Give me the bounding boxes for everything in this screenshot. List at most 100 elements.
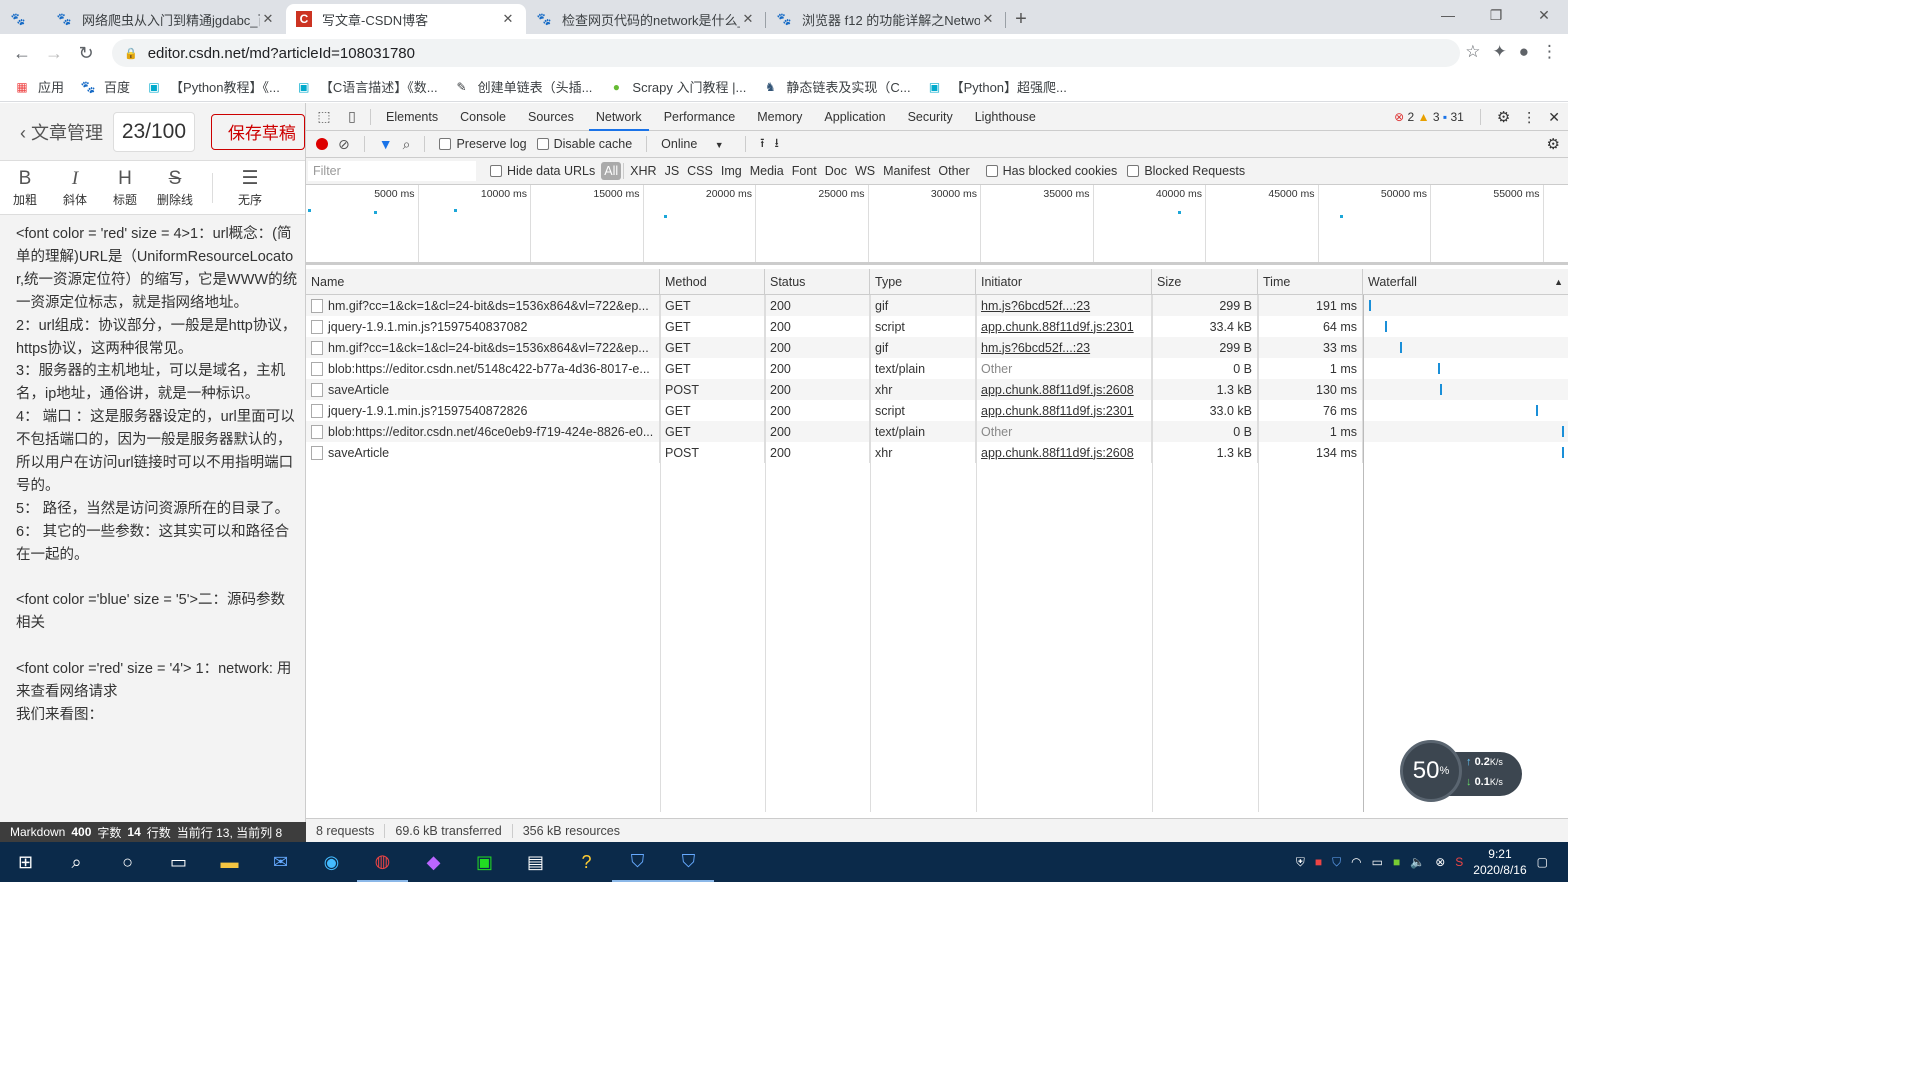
filter-type-font[interactable]: Font: [788, 164, 821, 178]
close-circle-icon[interactable]: ⊗: [1435, 855, 1445, 869]
request-initiator[interactable]: hm.js?6bcd52f...:23: [981, 341, 1090, 355]
request-name[interactable]: saveArticle: [328, 446, 389, 460]
export-har-icon[interactable]: ⭳: [775, 134, 779, 155]
settings-gear-icon[interactable]: ⚙: [1497, 108, 1510, 126]
input-method-icon[interactable]: S: [1455, 855, 1463, 869]
import-har-icon[interactable]: ⭱: [760, 134, 764, 155]
search-icon[interactable]: ⌕: [403, 136, 411, 153]
col-name[interactable]: Name: [306, 269, 660, 294]
tab-lighthouse[interactable]: Lighthouse: [964, 103, 1047, 131]
clear-icon[interactable]: ⊘: [338, 136, 350, 153]
disable-cache-checkbox[interactable]: Disable cache: [536, 137, 632, 151]
bookmark-item[interactable]: ♞ 静态链表及实现（C...: [762, 77, 911, 96]
pinned-tab[interactable]: 🐾: [0, 4, 46, 34]
notifications-icon[interactable]: ▢: [1537, 855, 1548, 869]
nvidia-icon[interactable]: ■: [1393, 855, 1400, 869]
tab-network[interactable]: Network: [585, 103, 653, 131]
bookmark-item[interactable]: 🐾 百度: [80, 77, 131, 96]
request-initiator[interactable]: app.chunk.88f11d9f.js:2608: [981, 383, 1134, 397]
table-row[interactable]: saveArticle POST 200 xhr app.chunk.88f11d9f.…: [306, 379, 1568, 400]
request-name[interactable]: hm.gif?cc=1&ck=1&cl=24-bit&ds=1536x864&v…: [328, 341, 649, 355]
throttling-select[interactable]: Online ▼: [661, 137, 731, 151]
editor-content[interactable]: <font color = 'red' size = 4>1：url概念：(简单…: [0, 215, 305, 727]
request-name[interactable]: hm.gif?cc=1&ck=1&cl=24-bit&ds=1536x864&v…: [328, 299, 649, 313]
back-button[interactable]: ←: [6, 43, 38, 64]
bookmark-apps[interactable]: ▦ 应用: [14, 77, 64, 96]
browser-icon[interactable]: ◉: [306, 842, 357, 882]
file-explorer-icon[interactable]: ▬: [204, 842, 255, 882]
strikethrough-button[interactable]: S 删除线: [150, 167, 200, 208]
device-toolbar-icon[interactable]: ▯: [338, 108, 366, 125]
bookmark-item[interactable]: ● Scrapy 入门教程 |...: [608, 77, 747, 96]
heading-button[interactable]: H 标题: [100, 167, 150, 208]
filter-type-css[interactable]: CSS: [683, 164, 717, 178]
wifi-icon[interactable]: ◠: [1351, 855, 1361, 869]
filter-type-xhr[interactable]: XHR: [626, 164, 660, 178]
col-type[interactable]: Type: [870, 269, 976, 294]
col-initiator[interactable]: Initiator: [976, 269, 1152, 294]
battery-icon[interactable]: ▭: [1372, 855, 1383, 869]
col-size[interactable]: Size: [1152, 269, 1258, 294]
menu-kebab-icon[interactable]: ⋮: [1541, 42, 1558, 62]
table-row[interactable]: blob:https://editor.csdn.net/5148c422-b7…: [306, 358, 1568, 379]
reload-button[interactable]: ↻: [70, 43, 102, 64]
save-draft-button[interactable]: 保存草稿: [210, 113, 305, 150]
task-view-icon[interactable]: ▭: [153, 842, 204, 882]
tab-memory[interactable]: Memory: [746, 103, 813, 131]
network-overview-timeline[interactable]: 5000 ms 10000 ms 15000 ms 20000 ms 25000 ms 3…: [306, 185, 1568, 265]
antivirus-icon[interactable]: ■: [1315, 855, 1322, 869]
bookmark-star-icon[interactable]: ☆: [1465, 42, 1480, 62]
browser-tab[interactable]: 🐾 网络爬虫从入门到精通jgdabc_百 ✕: [46, 4, 286, 34]
close-icon[interactable]: ✕: [260, 11, 276, 27]
close-icon[interactable]: ✕: [980, 11, 996, 27]
tab-elements[interactable]: Elements: [375, 103, 449, 131]
new-tab-button[interactable]: +: [1006, 4, 1036, 34]
shield-icon[interactable]: ⛨: [1296, 855, 1305, 870]
table-row[interactable]: hm.gif?cc=1&ck=1&cl=24-bit&ds=1536x864&v…: [306, 337, 1568, 358]
request-name[interactable]: blob:https://editor.csdn.net/5148c422-b7…: [328, 362, 650, 376]
tab-performance[interactable]: Performance: [653, 103, 747, 131]
pycharm-icon[interactable]: ▣: [459, 842, 510, 882]
inspect-element-icon[interactable]: ⬚: [310, 108, 338, 125]
bold-button[interactable]: B 加粗: [0, 167, 50, 208]
bookmark-item[interactable]: ✎ 创建单链表（头插...: [454, 77, 593, 96]
chrome-icon[interactable]: ◍: [357, 842, 408, 882]
blocked-requests-checkbox[interactable]: Blocked Requests: [1127, 164, 1245, 178]
col-waterfall[interactable]: Waterfall ▲: [1363, 269, 1568, 294]
request-initiator[interactable]: app.chunk.88f11d9f.js:2301: [981, 320, 1134, 334]
tab-security[interactable]: Security: [897, 103, 964, 131]
browser-tab-active[interactable]: C 写文章-CSDN博客 ✕: [286, 4, 526, 34]
blocked-cookies-checkbox[interactable]: Has blocked cookies: [985, 164, 1117, 178]
table-row[interactable]: jquery-1.9.1.min.js?1597540837082 GET 200 s…: [306, 316, 1568, 337]
bookmark-item[interactable]: ▣ 【Python教程】《...: [146, 77, 279, 96]
request-initiator[interactable]: app.chunk.88f11d9f.js:2608: [981, 446, 1134, 460]
close-devtools-icon[interactable]: ✕: [1548, 109, 1560, 126]
tab-sources[interactable]: Sources: [517, 103, 585, 131]
table-row[interactable]: jquery-1.9.1.min.js?1597540872826 GET 200 s…: [306, 400, 1568, 421]
browser-tab[interactable]: 🐾 检查网页代码的network是什么_ ✕: [526, 4, 766, 34]
start-button[interactable]: ⊞: [0, 842, 51, 882]
more-options-icon[interactable]: ⋮: [1522, 109, 1536, 126]
browser-tab[interactable]: 🐾 浏览器 f12 的功能详解之Networ ✕: [766, 4, 1006, 34]
filter-input[interactable]: Filter: [308, 161, 476, 181]
table-row[interactable]: saveArticle POST 200 xhr app.chunk.88f11d9f.…: [306, 442, 1568, 463]
search-icon[interactable]: ⌕: [51, 842, 102, 882]
visual-studio-icon[interactable]: ◆: [408, 842, 459, 882]
filter-type-js[interactable]: JS: [661, 164, 684, 178]
filter-icon[interactable]: ▼: [379, 136, 393, 152]
col-method[interactable]: Method: [660, 269, 765, 294]
hide-data-urls-checkbox[interactable]: Hide data URLs: [490, 164, 595, 178]
record-button[interactable]: [316, 138, 328, 150]
network-speed-widget[interactable]: ↑ 0.2K/s ↓ 0.1K/s 50%: [1400, 740, 1522, 804]
clock[interactable]: 9:21 2020/8/16: [1473, 846, 1526, 878]
network-settings-icon[interactable]: ⚙: [1547, 135, 1560, 153]
forward-button[interactable]: →: [38, 43, 70, 64]
tab-application[interactable]: Application: [813, 103, 896, 131]
request-name[interactable]: blob:https://editor.csdn.net/46ce0eb9-f7…: [328, 425, 653, 439]
profile-avatar[interactable]: ●: [1519, 42, 1529, 62]
issue-counts[interactable]: ⊗ 2 ▲ 3 ▪ 31: [1394, 110, 1464, 124]
security-shield-icon[interactable]: ⛉: [663, 842, 714, 882]
filter-type-other[interactable]: Other: [934, 164, 973, 178]
filter-type-ws[interactable]: WS: [851, 164, 879, 178]
italic-button[interactable]: I 斜体: [50, 167, 100, 208]
